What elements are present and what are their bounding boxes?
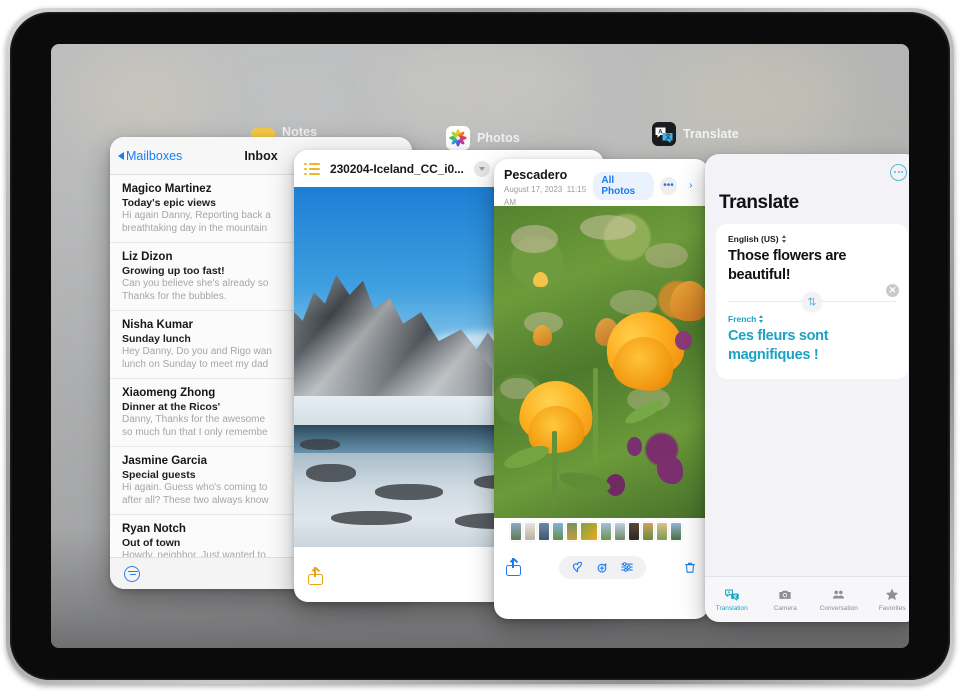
trash-icon[interactable]: [683, 559, 697, 576]
filmstrip-thumbnail[interactable]: [524, 521, 536, 541]
app-label-translate[interactable]: A 文 Translate: [652, 122, 739, 146]
tab-label: Favorites: [878, 605, 906, 612]
filmstrip-thumbnail[interactable]: [538, 521, 550, 541]
translation-icon: A 文: [724, 587, 740, 602]
app-name: Translate: [683, 126, 739, 141]
app-name: Photos: [477, 130, 520, 145]
filmstrip-thumbnail[interactable]: [600, 521, 612, 541]
wallpaper-blob: [71, 54, 211, 144]
tab-label: Camera: [773, 605, 797, 612]
filmstrip-thumbnail[interactable]: [628, 521, 640, 541]
tab-label: Translation: [715, 605, 748, 612]
filmstrip-thumbnail[interactable]: [642, 521, 654, 541]
list-icon[interactable]: [304, 162, 320, 175]
clear-icon[interactable]: ✕: [886, 284, 899, 297]
app-card-photos[interactable]: Pescadero August 17, 2023 11:15 AM All P…: [494, 159, 709, 619]
filter-icon[interactable]: [124, 565, 140, 582]
photos-toolbar: [494, 544, 709, 590]
tab-conversation[interactable]: Conversation: [812, 587, 866, 612]
share-icon[interactable]: [506, 558, 521, 576]
all-photos-button[interactable]: All Photos: [593, 172, 655, 200]
favorites-icon: [884, 587, 900, 602]
conversation-icon: [830, 587, 847, 602]
chevron-updown-icon: [759, 315, 764, 323]
panel-divider: ⇅: [728, 291, 896, 312]
device-screen: Mail Inbox Notes Snowscape Photography: [51, 44, 909, 648]
source-text[interactable]: Those flowers are beautiful!: [728, 247, 896, 285]
svg-text:文: 文: [664, 133, 672, 141]
share-icon[interactable]: [308, 567, 323, 585]
photos-icon: [446, 126, 470, 150]
filmstrip-thumbnail[interactable]: [656, 521, 668, 541]
favorite-icon[interactable]: [570, 560, 585, 574]
next-chevron-icon[interactable]: ›: [683, 177, 699, 195]
filmstrip-thumbnail[interactable]: [552, 521, 564, 541]
svg-text:文: 文: [732, 593, 737, 598]
app-label-photos[interactable]: Photos: [446, 126, 520, 150]
adjust-icon[interactable]: [619, 560, 635, 574]
translate-topbar: [705, 154, 909, 190]
svg-text:A: A: [727, 590, 730, 594]
tab-label: Conversation: [819, 605, 858, 612]
translate-icon: A 文: [652, 122, 676, 146]
swap-languages-icon[interactable]: ⇅: [801, 291, 823, 312]
wallpaper-blob: [381, 44, 581, 124]
more-options-icon[interactable]: [890, 163, 907, 181]
filmstrip-thumbnail[interactable]: [614, 521, 626, 541]
translated-text: Ces fleurs sont magnifiques !: [728, 328, 829, 363]
translation-panel: English (US) Those flowers are beautiful…: [716, 224, 908, 379]
source-language-selector[interactable]: English (US): [728, 234, 896, 244]
filmstrip-thumbnail[interactable]: [566, 521, 578, 541]
photo-filmstrip[interactable]: [494, 518, 709, 544]
note-filename: 230204-Iceland_CC_i0...: [330, 161, 464, 176]
target-language-selector[interactable]: French: [728, 314, 896, 324]
filmstrip-thumbnail[interactable]: [670, 521, 682, 541]
filmstrip-thumbnail-selected[interactable]: [580, 521, 598, 541]
source-language-label: English (US): [728, 234, 779, 244]
photo-title: Pescadero: [504, 168, 568, 182]
chevron-down-icon[interactable]: [473, 160, 490, 177]
photo-date: August 17, 2023: [504, 185, 563, 194]
svg-text:A: A: [658, 130, 663, 136]
photo-poppies: [494, 206, 709, 518]
enhance-icon[interactable]: [594, 560, 610, 575]
tab-translation[interactable]: A 文 Translation: [705, 587, 759, 612]
chevron-updown-icon: [781, 235, 786, 243]
screenshot-root: Mail Inbox Notes Snowscape Photography: [0, 0, 960, 692]
target-language-label: French: [728, 314, 757, 324]
tab-favorites[interactable]: Favorites: [866, 587, 910, 612]
page-title: Translate: [719, 192, 799, 213]
camera-icon: [777, 587, 793, 602]
translate-tab-bar[interactable]: A 文 Translation Camera Conversation Favo…: [705, 576, 909, 622]
app-card-translate[interactable]: Translate English (US) Those flowers are…: [705, 154, 909, 622]
more-options-icon[interactable]: •••: [660, 177, 677, 195]
filmstrip-thumbnail[interactable]: [510, 521, 522, 541]
tab-camera[interactable]: Camera: [759, 587, 813, 612]
